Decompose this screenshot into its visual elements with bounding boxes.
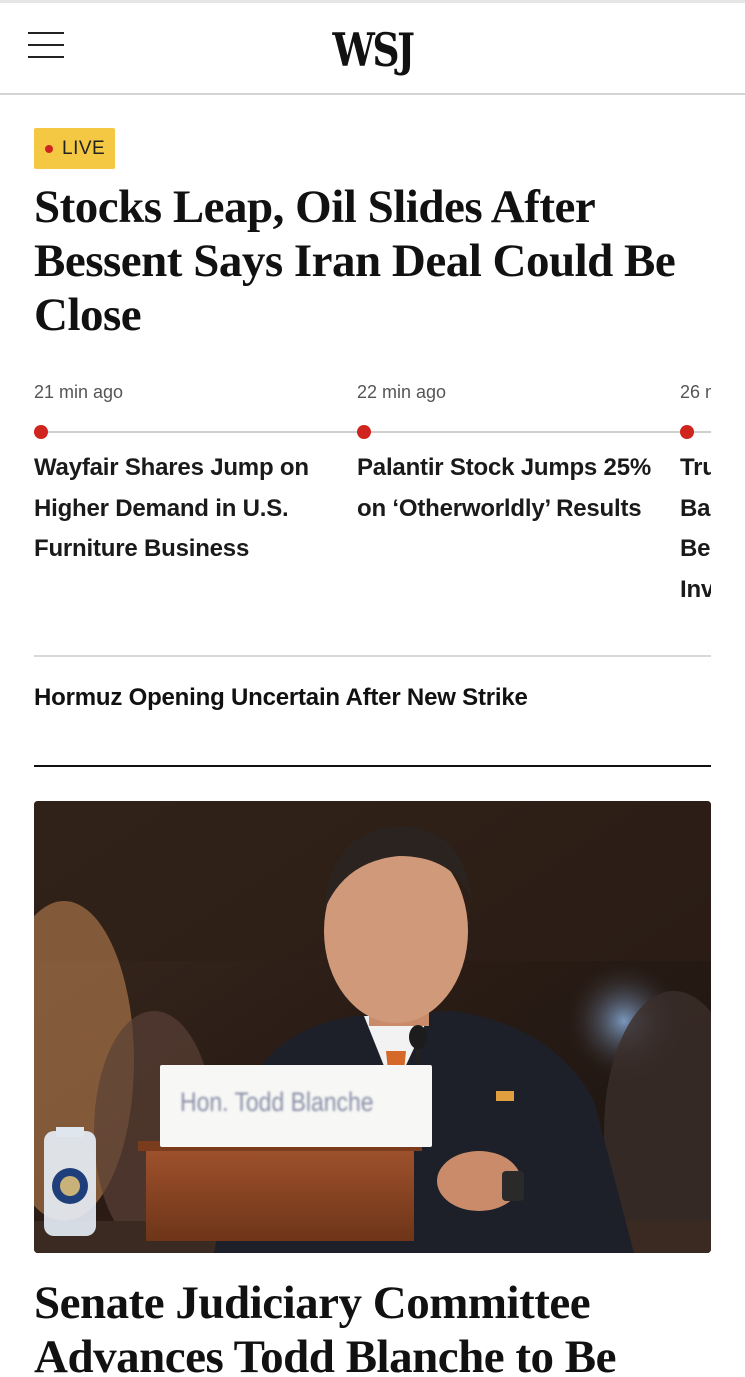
timeline-line — [363, 431, 686, 433]
ticker-title: Trump Backs Bessent Investors — [680, 454, 711, 603]
timeline-dot-icon — [680, 425, 694, 439]
timeline-dot-icon — [34, 425, 48, 439]
nameplate-text: Hon. Todd Blanche — [180, 1087, 374, 1117]
ticker-title: Palantir Stock Jumps 25% on ‘Otherworldl… — [357, 454, 651, 522]
nameplate: Hon. Todd Blanche — [160, 1065, 432, 1147]
divider — [34, 655, 711, 657]
menu-bar — [28, 32, 64, 34]
ticker-time: 26 min ago — [680, 382, 711, 402]
live-dot-icon — [45, 144, 53, 153]
hearing-photo-illustration — [34, 801, 711, 1253]
story-photo[interactable]: Hon. Todd Blanche — [34, 801, 711, 1253]
live-label: LIVE — [62, 137, 106, 159]
live-badge[interactable]: LIVE — [34, 128, 116, 169]
timeline-line — [40, 431, 363, 433]
menu-bar — [28, 56, 64, 58]
related-story-link[interactable]: Hormuz Opening Uncertain After New Strik… — [34, 684, 528, 712]
section-divider — [34, 765, 711, 767]
site-header: WSJ — [0, 3, 745, 95]
ticker-title: Wayfair Shares Jump on Higher Demand in … — [34, 454, 309, 562]
timeline-dot-icon — [357, 425, 371, 439]
main-headline[interactable]: Stocks Leap, Oil Slides After Bessent Sa… — [34, 180, 714, 342]
ticker-time: 21 min ago — [34, 382, 124, 402]
hamburger-menu-icon[interactable] — [28, 31, 64, 61]
live-ticker[interactable]: 21 min ago Wayfair Shares Jump on Higher… — [0, 370, 711, 630]
menu-bar — [28, 44, 64, 46]
wsj-logo[interactable]: WSJ — [67, 23, 678, 77]
ticker-time: 22 min ago — [357, 382, 447, 402]
second-headline[interactable]: Senate Judiciary Committee Advances Todd… — [34, 1276, 724, 1377]
